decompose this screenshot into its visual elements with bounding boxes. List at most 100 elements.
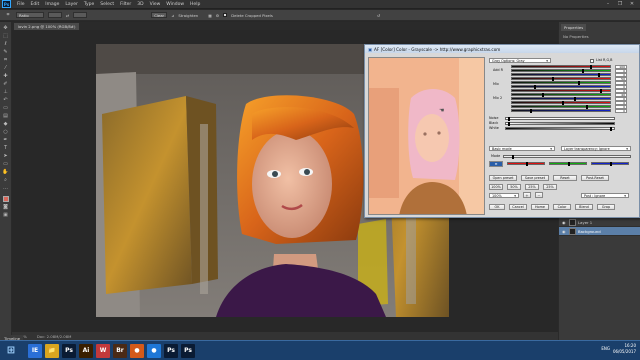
eyedropper-tool-icon[interactable]: ⁄	[2, 65, 10, 71]
filter-preview[interactable]: ☚	[368, 57, 485, 215]
cancel-button[interactable]: Cancel	[509, 204, 527, 210]
taskbar-app-icon[interactable]: Ps	[181, 343, 195, 358]
zoom-50-button[interactable]: 50%	[507, 184, 521, 190]
noise-slider[interactable]	[505, 117, 615, 121]
zoom-tool-icon[interactable]: ⌕	[2, 177, 10, 183]
clear-button[interactable]: Clear	[151, 12, 168, 18]
taskbar-app-icon[interactable]: 📁	[45, 343, 59, 358]
taskbar-app-icon[interactable]: Ps	[164, 343, 178, 358]
document-tab[interactable]: lovin 2.png @ 100% (RGB/8#)	[14, 23, 80, 30]
slider-thumb[interactable]	[512, 155, 514, 159]
black-slider[interactable]	[505, 122, 615, 126]
blue-slider[interactable]	[591, 162, 629, 166]
channel-slider[interactable]	[511, 105, 611, 109]
zoom-25b-button[interactable]: 25%	[543, 184, 557, 190]
layer-row-active[interactable]: ◉ Background	[559, 227, 640, 236]
open-preset-button[interactable]: Open preset	[489, 175, 517, 181]
zoom-select[interactable]: 100% ▾	[489, 193, 519, 198]
slider-thumb[interactable]	[530, 109, 532, 113]
document-info[interactable]: Doc: 2.08M/2.08M	[37, 334, 72, 339]
slider-thumb[interactable]	[568, 162, 570, 166]
color-button[interactable]: Color	[553, 204, 571, 210]
pen-tool-icon[interactable]: ✒	[2, 137, 10, 143]
hand-tool-icon[interactable]: ✋	[2, 169, 10, 175]
restore-button[interactable]: ❐	[614, 0, 626, 8]
ok-button[interactable]: OK	[489, 204, 505, 210]
menu-3d[interactable]: 3D	[134, 2, 146, 7]
taskbar-app-icon[interactable]: ●	[147, 343, 161, 358]
properties-tab[interactable]: Properties	[561, 24, 587, 31]
brush-tool-icon[interactable]: ✐	[2, 81, 10, 87]
height-field[interactable]	[73, 12, 88, 18]
dodge-tool-icon[interactable]: ○	[2, 129, 10, 135]
slider-thumb[interactable]	[508, 117, 510, 121]
menu-image[interactable]: Image	[42, 2, 62, 7]
menu-window[interactable]: Window	[163, 2, 187, 7]
language-indicator[interactable]: ENG	[601, 346, 610, 352]
dialog-title-bar[interactable]: ▣ AF [Color] Color - Grayscale -> http:/…	[365, 45, 639, 53]
move-tool-icon[interactable]: ✥	[2, 25, 10, 31]
taskbar-app-icon[interactable]: IE	[28, 343, 42, 358]
zoom-100-button[interactable]: 100%	[489, 184, 503, 190]
settings-gear-icon[interactable]: ⚙	[216, 13, 219, 18]
reset-button[interactable]: Reset	[553, 175, 577, 181]
menu-edit[interactable]: Edit	[28, 2, 43, 7]
channel-slider[interactable]	[511, 97, 611, 101]
slider-thumb[interactable]	[610, 127, 612, 131]
zoom-in-button[interactable]: ＋	[523, 192, 531, 198]
layer-row[interactable]: ◉ Layer 1	[559, 218, 640, 227]
grap-button[interactable]: Grap	[597, 204, 615, 210]
channel-slider[interactable]	[511, 93, 611, 97]
visibility-eye-icon[interactable]: ◉	[562, 229, 567, 234]
red-slider[interactable]	[507, 162, 545, 166]
clone-stamp-tool-icon[interactable]: ⊥	[2, 89, 10, 95]
taskbar-app-icon[interactable]: Br	[113, 343, 127, 358]
menu-file[interactable]: File	[14, 2, 28, 7]
menu-type[interactable]: Type	[81, 2, 97, 7]
mode-slider[interactable]	[503, 155, 631, 159]
channel-slider[interactable]	[511, 109, 611, 113]
preset-select[interactable]: Gray Options: Gray ▾	[489, 58, 551, 63]
channel-slider[interactable]	[511, 65, 611, 69]
grid-overlay-icon[interactable]: ▦	[208, 13, 212, 18]
straighten-icon[interactable]: ⊿	[171, 13, 174, 18]
menu-filter[interactable]: Filter	[117, 2, 134, 7]
post-reset-button[interactable]: Post-Reset	[581, 175, 609, 181]
slider-thumb[interactable]	[526, 162, 528, 166]
clock-date[interactable]: 06/05/2017	[613, 349, 636, 355]
zoom-25-button[interactable]: 25%	[525, 184, 539, 190]
post-option-select[interactable]: Post : Ignore ▾	[581, 193, 629, 198]
save-preset-button[interactable]: Save preset	[521, 175, 549, 181]
close-button[interactable]: ✕	[626, 0, 638, 8]
blend-button[interactable]: Blend	[575, 204, 593, 210]
mode-color-button[interactable]: ≡	[489, 161, 503, 167]
delete-cropped-checkbox[interactable]	[223, 13, 228, 17]
blend-mode-select[interactable]: Basic mode ▾	[489, 146, 555, 151]
minimize-button[interactable]: –	[602, 0, 614, 8]
zoom-out-button[interactable]: －	[535, 192, 543, 198]
channel-slider[interactable]	[511, 69, 611, 73]
list-rgb-checkbox[interactable]	[590, 59, 594, 63]
quick-mask-icon[interactable]: ◙	[2, 204, 10, 210]
channel-slider[interactable]	[511, 77, 611, 81]
taskbar-app-icon[interactable]: Ai	[79, 343, 93, 358]
blur-tool-icon[interactable]: ◆	[2, 121, 10, 127]
healing-tool-icon[interactable]: ✚	[2, 73, 10, 79]
eraser-tool-icon[interactable]: ▭	[2, 105, 10, 111]
more-tools-icon[interactable]: …	[2, 185, 10, 191]
path-select-tool-icon[interactable]: ➤	[2, 153, 10, 159]
type-tool-icon[interactable]: T	[2, 145, 10, 151]
screen-mode-icon[interactable]: ▣	[2, 212, 10, 218]
taskbar-app-icon[interactable]: ●	[130, 343, 144, 358]
slider-thumb[interactable]	[610, 162, 612, 166]
foreground-color-swatch[interactable]	[2, 196, 9, 202]
lasso-tool-icon[interactable]: ℓ	[2, 41, 10, 47]
channel-slider[interactable]	[511, 73, 611, 77]
ratio-dropdown[interactable]: Ratio	[16, 12, 44, 18]
green-slider[interactable]	[549, 162, 587, 166]
shape-tool-icon[interactable]: ▭	[2, 161, 10, 167]
home-button[interactable]: Home	[531, 204, 549, 210]
crop-tool-icon[interactable]: ⌗	[4, 12, 12, 18]
slider-value-field[interactable]: 0	[615, 109, 627, 113]
channel-slider[interactable]	[511, 85, 611, 89]
